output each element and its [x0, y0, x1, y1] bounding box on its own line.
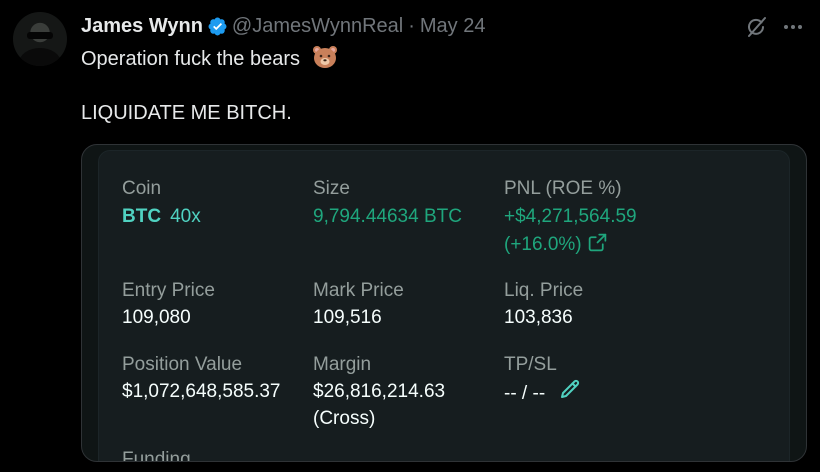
position-panel: Coin BTC 40x Size 9,794.44634 BTC PNL (RO…	[98, 150, 790, 462]
tweet-text-line1: Operation fuck the bears	[81, 45, 338, 71]
entry-value: 109,080	[122, 307, 191, 328]
size-label: Size	[313, 178, 350, 199]
margin-value: $26,816,214.63	[313, 381, 446, 402]
author-handle[interactable]: @JamesWynnReal	[232, 15, 403, 38]
pnl-value: +$4,271,564.59	[504, 206, 637, 227]
entry-label: Entry Price	[122, 280, 215, 301]
coin-label: Coin	[122, 178, 162, 199]
tpsl-label: TP/SL	[504, 354, 557, 375]
liq-label: Liq. Price	[504, 280, 584, 301]
pencil-icon[interactable]	[558, 378, 582, 402]
verified-badge-icon	[208, 17, 227, 35]
avatar[interactable]	[13, 12, 67, 66]
roe-value: (+16.0%)	[504, 234, 582, 255]
grok-icon[interactable]	[744, 15, 768, 39]
header-separator: ·	[408, 14, 415, 37]
coin-symbol: BTC	[122, 206, 162, 227]
tweet-header: James Wynn @JamesWynnReal · May 24	[81, 13, 485, 39]
bear-emoji-icon	[312, 46, 337, 68]
tweet-text-main: Operation fuck the bears	[81, 48, 301, 70]
tpsl-value: -- / --	[504, 383, 546, 404]
roe-row: (+16.0%)	[504, 231, 608, 258]
margin-mode: (Cross)	[313, 408, 376, 429]
leverage: 40x	[170, 206, 201, 227]
pnl-label: PNL (ROE %)	[504, 178, 622, 199]
avatar-sunglasses	[27, 32, 53, 39]
coin-value: BTC 40x	[122, 203, 201, 230]
external-link-icon[interactable]	[587, 232, 608, 253]
position-value: $1,072,648,585.37	[122, 381, 281, 402]
author-name[interactable]: James Wynn	[81, 15, 203, 38]
size-value: 9,794.44634 BTC	[313, 206, 462, 227]
mark-value: 109,516	[313, 307, 382, 328]
tweet-text-line2: LIQUIDATE ME BITCH.	[81, 102, 292, 124]
position-value-label: Position Value	[122, 354, 243, 375]
more-icon[interactable]	[781, 15, 805, 39]
tweet-date[interactable]: May 24	[420, 15, 486, 38]
mark-label: Mark Price	[313, 280, 404, 301]
tpsl-row: -- / --	[504, 378, 582, 407]
liq-value: 103,836	[504, 307, 573, 328]
funding-label: Funding	[122, 449, 191, 462]
media-card[interactable]: Coin BTC 40x Size 9,794.44634 BTC PNL (RO…	[81, 144, 807, 462]
avatar-coat	[19, 48, 61, 66]
margin-label: Margin	[313, 354, 372, 375]
